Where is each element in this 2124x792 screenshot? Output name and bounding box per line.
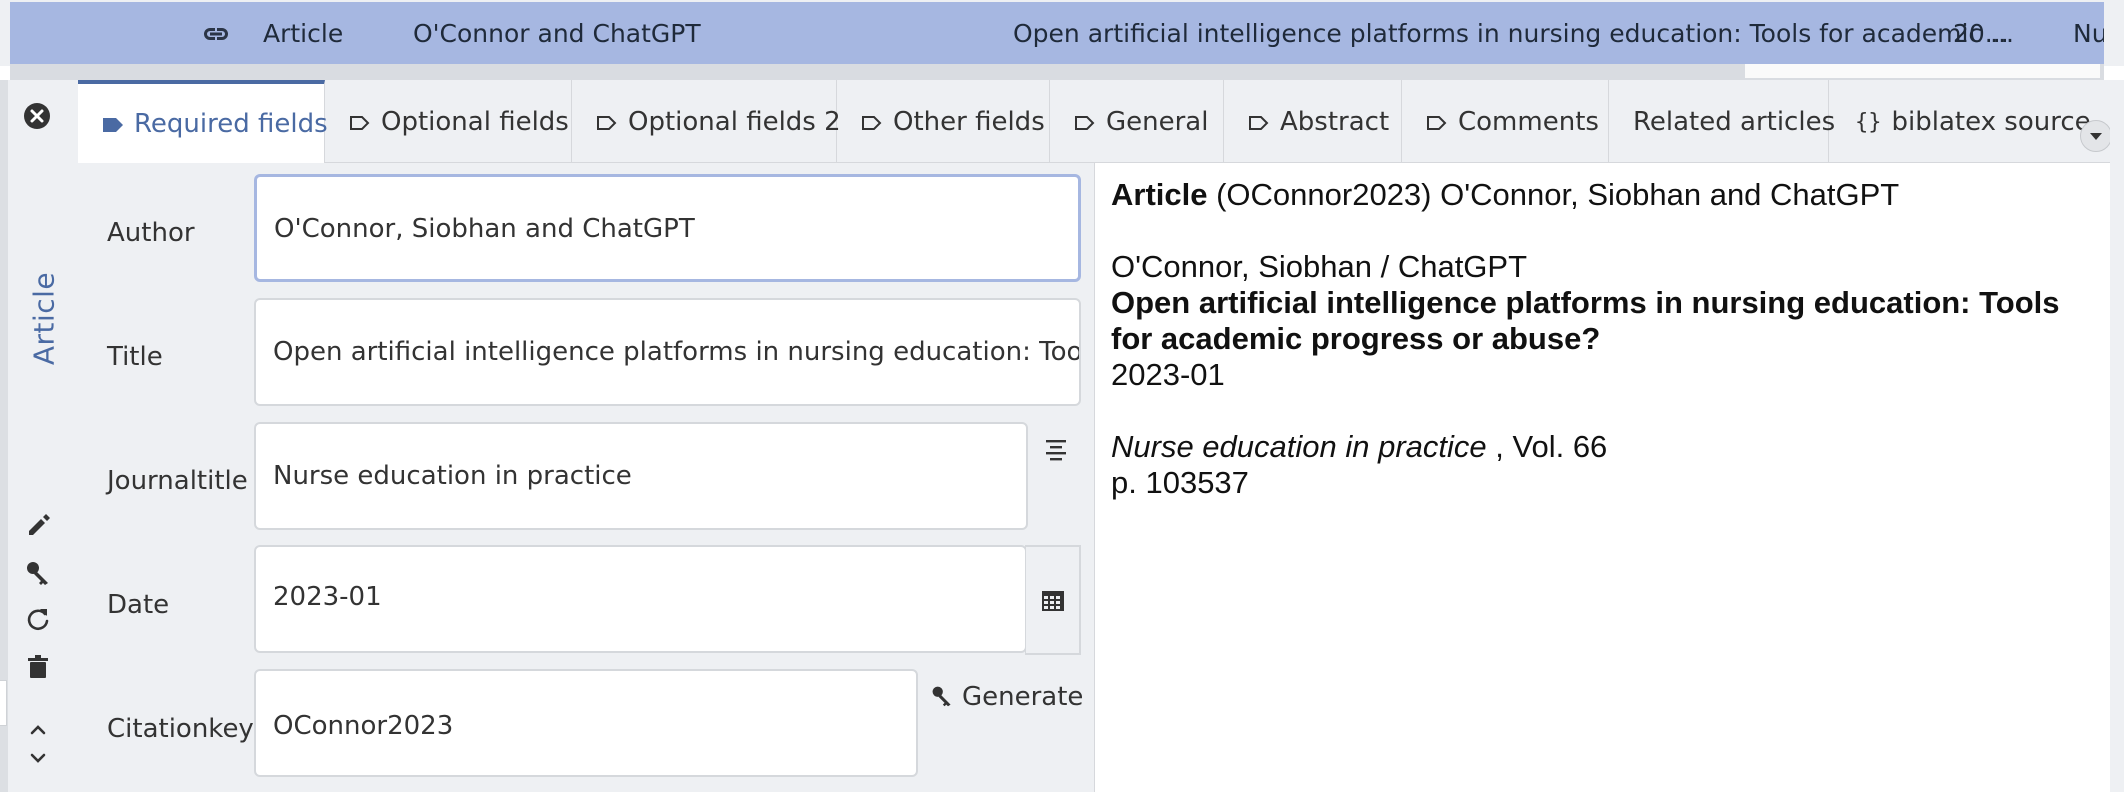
tab-label: Optional fields: [381, 107, 569, 137]
tab-general[interactable]: General: [1050, 80, 1224, 162]
search-field-edge[interactable]: [0, 680, 7, 726]
entry-editor-side-panel: [0, 80, 79, 792]
tab-other-fields[interactable]: Other fields: [837, 80, 1050, 162]
entry-author-cell: O'Connor and ChatGPT: [413, 19, 701, 48]
entry-editor-tabbar: Required fields Optional fields Optional…: [78, 80, 2110, 166]
chevron-down-icon: [2090, 133, 2102, 140]
link-icon[interactable]: [198, 20, 234, 48]
key-icon: [932, 686, 951, 707]
horizontal-scrollbar-thumb[interactable]: [1745, 64, 2100, 78]
citationkey-label: Citationkey: [107, 714, 254, 744]
journaltitle-label: Journaltitle: [107, 466, 248, 496]
entry-preview-panel: Article (OConnor2023) O'Connor, Siobhan …: [1094, 163, 2111, 792]
braces-icon: {}: [1855, 109, 1882, 135]
author-field[interactable]: O'Connor, Siobhan and ChatGPT: [254, 174, 1081, 282]
tab-abstract[interactable]: Abstract: [1224, 80, 1402, 162]
entry-title-cell: Open artificial intelligence platforms i…: [1013, 19, 2014, 48]
preview-journal: Nurse education in practice: [1111, 429, 1487, 464]
close-icon[interactable]: [24, 103, 50, 129]
tag-outline-icon: [862, 115, 882, 130]
tab-label: biblatex source: [1891, 107, 2091, 137]
entry-journal-cell: Nu: [2073, 19, 2104, 48]
calendar-button[interactable]: [1025, 545, 1081, 655]
tab-label: Comments: [1458, 107, 1599, 137]
tag-outline-icon: [1075, 115, 1095, 130]
preview-title-line1: Open artificial intelligence platforms i…: [1111, 285, 2060, 320]
key-icon[interactable]: [24, 559, 52, 587]
preview-header: Article (OConnor2023) O'Connor, Siobhan …: [1111, 177, 1899, 213]
tab-related-articles[interactable]: Related articles: [1609, 80, 1835, 162]
tab-label: Abstract: [1280, 107, 1390, 137]
tab-label: General: [1106, 107, 1209, 137]
tab-label: Related articles: [1633, 107, 1836, 137]
preview-header-rest: (OConnor2023) O'Connor, Siobhan and Chat…: [1207, 177, 1900, 212]
date-field[interactable]: 2023-01: [254, 545, 1027, 653]
tag-outline-icon: [1249, 115, 1269, 130]
trash-icon[interactable]: [24, 653, 52, 681]
preview-entry-type: Article: [1111, 177, 1208, 212]
title-label: Title: [107, 342, 163, 372]
generate-citationkey-button[interactable]: Generate: [930, 682, 1083, 712]
tab-optional-fields-2[interactable]: Optional fields 2: [572, 80, 841, 162]
selected-entry-row[interactable]: Article O'Connor and ChatGPT Open artifi…: [10, 2, 2104, 64]
text-align-icon[interactable]: [1040, 434, 1072, 466]
tab-comments[interactable]: Comments: [1402, 80, 1609, 162]
author-label: Author: [107, 218, 195, 248]
tab-label: Other fields: [893, 107, 1045, 137]
preview-volume: , Vol. 66: [1486, 429, 1608, 464]
journaltitle-field[interactable]: Nurse education in practice: [254, 422, 1028, 530]
title-field[interactable]: Open artificial intelligence platforms i…: [254, 298, 1081, 406]
tab-required-fields[interactable]: Required fields: [78, 80, 328, 166]
tag-outline-icon: [350, 115, 370, 130]
preview-pages: p. 103537: [1111, 465, 1249, 500]
tag-outline-icon: [1427, 115, 1447, 130]
tab-label: Required fields: [134, 109, 328, 139]
tag-filled-icon: [103, 117, 123, 132]
generate-label: Generate: [962, 682, 1084, 712]
preview-date: 2023-01: [1111, 357, 1225, 392]
entry-type-cell: Article: [263, 19, 344, 48]
preview-title-line2: for academic progress or abuse?: [1111, 321, 1601, 356]
calendar-icon: [1042, 591, 1064, 611]
tab-label: Optional fields 2: [628, 107, 841, 137]
pencil-icon[interactable]: [24, 511, 52, 539]
preview-journal-line: Nurse education in practice , Vol. 66: [1111, 429, 1607, 465]
refresh-icon[interactable]: [24, 606, 52, 634]
vertical-scrollbar[interactable]: [2110, 80, 2124, 792]
chevron-up-icon[interactable]: [24, 716, 52, 744]
tab-optional-fields[interactable]: Optional fields: [325, 80, 572, 162]
tag-outline-icon: [597, 115, 617, 130]
entry-type-vertical-tab[interactable]: Article: [26, 270, 62, 370]
entry-year-cell: 20...: [1953, 19, 2009, 48]
tab-biblatex-source[interactable]: {} biblatex source: [1829, 80, 2091, 162]
preview-authors: O'Connor, Siobhan / ChatGPT: [1111, 249, 1528, 284]
chevron-down-icon[interactable]: [24, 744, 52, 772]
tab-overflow-button[interactable]: [2080, 120, 2112, 152]
citationkey-field[interactable]: OConnor2023: [254, 669, 918, 777]
entry-type-label: Article: [27, 271, 61, 366]
date-label: Date: [107, 590, 170, 620]
